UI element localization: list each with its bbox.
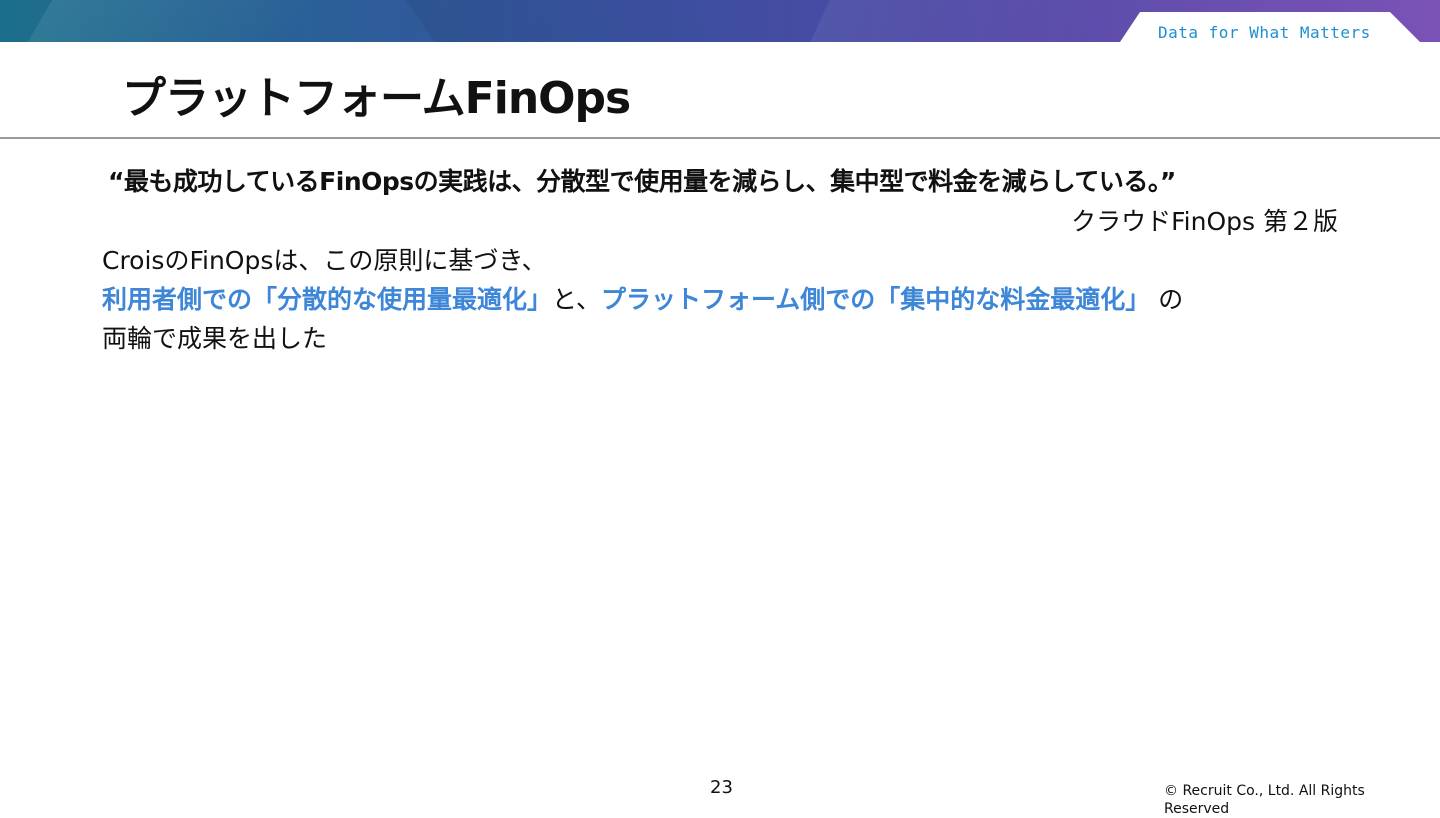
body-line-1: CroisのFinOpsは、この原則に基づき、 bbox=[102, 246, 547, 275]
quote-text: “最も成功しているFinOpsの実践は、分散型で使用量を減らし、集中型で料金を減… bbox=[108, 167, 1176, 196]
body-line-3: 両輪で成果を出した bbox=[102, 324, 328, 353]
highlight-distributed-usage: 利用者側での「分散的な使用量最適化」 bbox=[102, 285, 553, 314]
banner-facet bbox=[27, 0, 313, 42]
body-text: CroisのFinOpsは、この原則に基づき、 利用者側での「分散的な使用量最適… bbox=[102, 241, 1342, 358]
highlight-centralized-rate: プラットフォーム側での「集中的な料金最適化」 bbox=[601, 285, 1151, 314]
quote-source: クラウドFinOps 第２版 bbox=[1071, 207, 1338, 236]
copyright-notice: © Recruit Co., Ltd. All Rights Reserved bbox=[1164, 783, 1365, 817]
page-number: 23 bbox=[710, 777, 733, 798]
banner-facet bbox=[405, 0, 735, 42]
body-suffix: の bbox=[1150, 285, 1184, 314]
body-connector: と、 bbox=[552, 285, 602, 314]
brand-tagline: Data for What Matters bbox=[1158, 23, 1371, 42]
body-line-2: 利用者側での「分散的な使用量最適化」と、プラットフォーム側での「集中的な料金最適… bbox=[102, 280, 1342, 319]
title-divider bbox=[0, 137, 1440, 139]
page-title: プラットフォームFinOps bbox=[122, 73, 631, 124]
banner-facet bbox=[810, 0, 1110, 42]
